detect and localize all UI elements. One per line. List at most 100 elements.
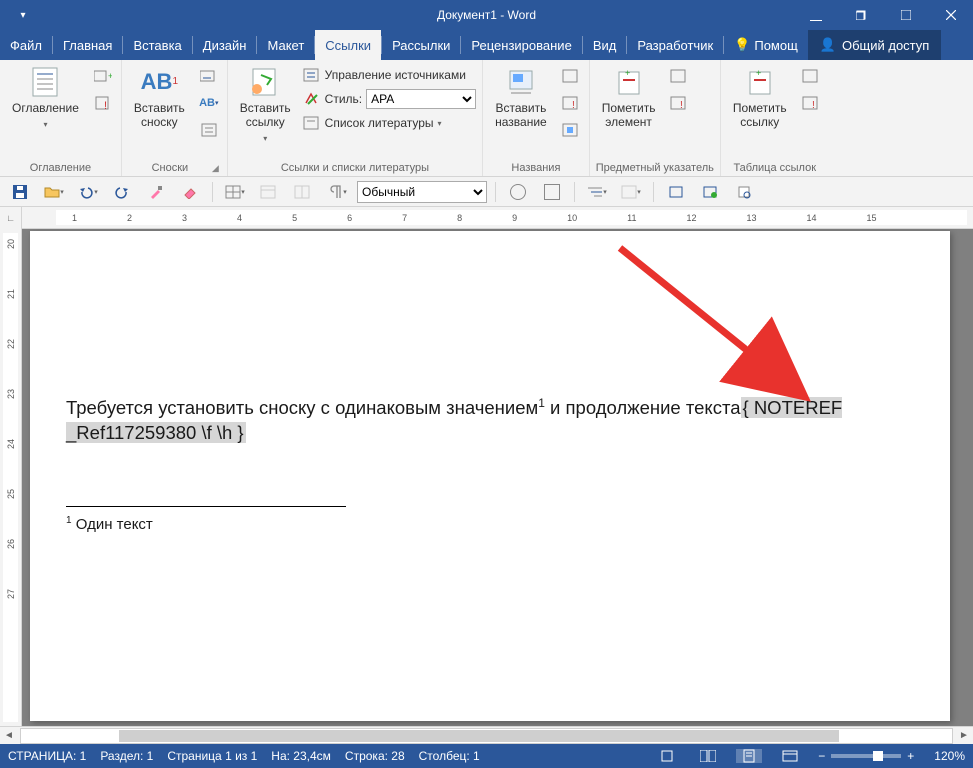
- insert-footnote-button[interactable]: AB1 Вставить сноску: [128, 64, 191, 132]
- annotation-arrow: [610, 243, 830, 413]
- open-button[interactable]: ▾: [40, 180, 68, 204]
- update-toc-button[interactable]: !: [91, 91, 115, 115]
- redo-button[interactable]: [108, 180, 136, 204]
- insert-columns-button[interactable]: [289, 180, 317, 204]
- maximize-button[interactable]: [883, 0, 928, 30]
- horizontal-scrollbar[interactable]: ◄ ►: [0, 726, 973, 744]
- svg-text:!: !: [680, 100, 683, 110]
- svg-text:+: +: [108, 71, 112, 81]
- svg-text:!: !: [572, 100, 575, 110]
- tell-me[interactable]: 💡Помощ: [724, 30, 808, 60]
- shape-circle-button[interactable]: [504, 180, 532, 204]
- misc-b-button[interactable]: [696, 180, 724, 204]
- zoom-slider[interactable]: − +: [818, 749, 914, 763]
- insert-rows-button[interactable]: [255, 180, 283, 204]
- insert-tof-button[interactable]: [559, 64, 583, 88]
- insert-caption-button[interactable]: Вставить название: [489, 64, 553, 132]
- status-page[interactable]: СТРАНИЦА: 1: [8, 749, 86, 763]
- table-button[interactable]: ▾: [221, 180, 249, 204]
- tab-layout[interactable]: Макет: [257, 30, 314, 60]
- footnote-ref-1[interactable]: 1: [538, 396, 545, 410]
- document-page[interactable]: Требуется установить сноску с одинаковым…: [30, 231, 950, 721]
- mark-entry-button[interactable]: + Пометить элемент: [596, 64, 662, 132]
- scroll-right-button[interactable]: ►: [955, 730, 973, 741]
- ribbon: Оглавление ▾ + ! Оглавление AB1 Вставить…: [0, 60, 973, 177]
- svg-text:+: +: [625, 68, 630, 78]
- next-footnote-button[interactable]: AB▾: [197, 91, 221, 115]
- status-bar: СТРАНИЦА: 1 Раздел: 1 Страница 1 из 1 На…: [0, 744, 973, 768]
- web-layout-button[interactable]: [776, 750, 804, 762]
- status-column[interactable]: Столбец: 1: [419, 749, 480, 763]
- minimize-button[interactable]: [793, 0, 838, 30]
- footnote-icon: AB1: [143, 66, 175, 98]
- zoom-in-button[interactable]: +: [907, 749, 914, 763]
- bibliography-button[interactable]: Список литературы ▾: [303, 112, 476, 134]
- save-button[interactable]: [6, 180, 34, 204]
- zoom-out-button[interactable]: −: [818, 749, 825, 763]
- status-at[interactable]: На: 23,4см: [271, 749, 331, 763]
- show-notes-button[interactable]: [197, 118, 221, 142]
- tab-mailings[interactable]: Рассылки: [382, 30, 460, 60]
- footnotes-dialog-launcher[interactable]: ◢: [212, 163, 221, 174]
- scroll-left-button[interactable]: ◄: [0, 730, 18, 741]
- scrollbar-track[interactable]: [20, 728, 953, 744]
- tab-selector[interactable]: ∟: [0, 207, 22, 229]
- misc-a-button[interactable]: [662, 180, 690, 204]
- manage-sources-button[interactable]: Управление источниками: [303, 64, 476, 86]
- chevron-down-icon: ▾: [43, 120, 47, 129]
- svg-text:+: +: [756, 68, 761, 78]
- insert-citation-label: Вставить ссылку: [240, 102, 291, 130]
- cross-reference-button[interactable]: [559, 118, 583, 142]
- insert-endnote-button[interactable]: [197, 64, 221, 88]
- update-toa-button[interactable]: !: [799, 91, 823, 115]
- body-text[interactable]: Требуется установить сноску с одинаковым…: [66, 395, 914, 446]
- paragraph-button[interactable]: ▾: [323, 180, 351, 204]
- ribbon-display-options-icon[interactable]: ▾: [0, 10, 46, 21]
- style-label: Стиль:: [325, 92, 362, 106]
- mark-citation-button[interactable]: + Пометить ссылку: [727, 64, 793, 132]
- eraser-button[interactable]: [176, 180, 204, 204]
- status-line[interactable]: Строка: 28: [345, 749, 405, 763]
- outline-button[interactable]: ▾: [583, 180, 611, 204]
- tab-insert[interactable]: Вставка: [123, 30, 191, 60]
- tab-developer[interactable]: Разработчик: [627, 30, 723, 60]
- status-pageof[interactable]: Страница 1 из 1: [167, 749, 257, 763]
- chevron-down-icon: ▾: [263, 134, 267, 143]
- tab-home[interactable]: Главная: [53, 30, 122, 60]
- horizontal-ruler[interactable]: ∟ 123456789101112131415: [0, 207, 973, 229]
- share-button[interactable]: 👤Общий доступ: [808, 30, 942, 60]
- document-scroll-area[interactable]: Требуется установить сноску с одинаковым…: [22, 229, 973, 726]
- update-tof-button[interactable]: !: [559, 91, 583, 115]
- scrollbar-thumb[interactable]: [119, 730, 839, 742]
- format-painter-button[interactable]: [142, 180, 170, 204]
- zoom-knob[interactable]: [873, 751, 883, 761]
- footnote-text[interactable]: 1 Один текст: [66, 515, 914, 533]
- style-select[interactable]: Обычный: [357, 181, 487, 203]
- caption-icon: [505, 66, 537, 98]
- citation-style-select[interactable]: APA: [366, 89, 476, 109]
- close-button[interactable]: [928, 0, 973, 30]
- update-index-button[interactable]: !: [667, 91, 691, 115]
- restore-button[interactable]: [838, 0, 883, 30]
- print-layout-button[interactable]: [736, 749, 762, 763]
- insert-index-button[interactable]: [667, 64, 691, 88]
- tab-view[interactable]: Вид: [583, 30, 627, 60]
- tab-references[interactable]: Ссылки: [315, 30, 381, 60]
- zoom-level[interactable]: 120%: [934, 749, 965, 763]
- insert-citation-button[interactable]: Вставить ссылку ▾: [234, 64, 297, 145]
- undo-button[interactable]: ▾: [74, 180, 102, 204]
- headers-button[interactable]: ▾: [617, 180, 645, 204]
- tab-review[interactable]: Рецензирование: [461, 30, 581, 60]
- print-preview-button[interactable]: [730, 180, 758, 204]
- toc-button[interactable]: Оглавление ▾: [6, 64, 85, 131]
- tab-design[interactable]: Дизайн: [193, 30, 257, 60]
- macro-record-button[interactable]: [654, 749, 680, 763]
- insert-toa-button[interactable]: [799, 64, 823, 88]
- vertical-ruler[interactable]: 2021222324252627: [0, 229, 22, 726]
- status-section[interactable]: Раздел: 1: [100, 749, 153, 763]
- add-text-button[interactable]: +: [91, 64, 115, 88]
- read-mode-button[interactable]: [694, 750, 722, 762]
- shape-rect-button[interactable]: [538, 180, 566, 204]
- tab-file[interactable]: Файл: [0, 30, 52, 60]
- style-icon: [303, 91, 321, 107]
